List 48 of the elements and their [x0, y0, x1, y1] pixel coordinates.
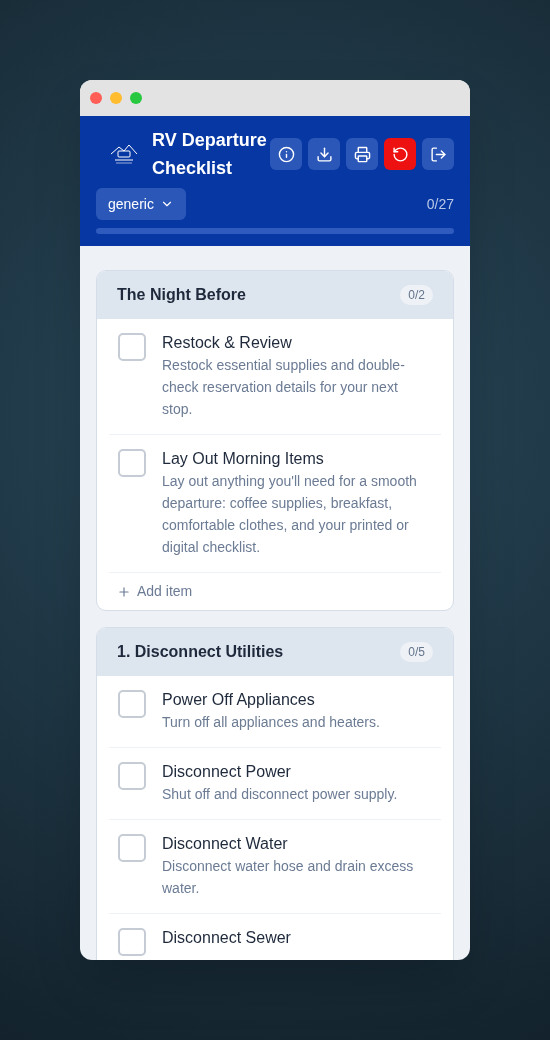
item-title: Disconnect Power [162, 762, 292, 782]
logout-button[interactable] [422, 138, 454, 170]
checkbox[interactable] [118, 449, 146, 477]
checklist-item[interactable]: Lay Out Morning Items Lay out anything you'll need for a smooth departure: coffee supplies, breakfast, comfortable clothes, and your printed or digital checklist. [109, 434, 441, 572]
close-control[interactable] [90, 92, 102, 104]
print-button[interactable] [346, 138, 378, 170]
progress-count: 0/27 [426, 194, 454, 214]
item-title: Restock & Review [162, 333, 293, 353]
checklist-item[interactable]: Disconnect Power Shut off and disconnect power supply. [109, 747, 441, 819]
checklist-item[interactable]: Disconnect Sewer [109, 913, 441, 960]
section-count: 0/5 [400, 642, 433, 662]
section-header[interactable]: 1. Disconnect Utilities 0/5 [97, 628, 453, 676]
printer-icon [353, 145, 371, 163]
reset-icon [391, 145, 409, 163]
checkbox[interactable] [118, 834, 146, 862]
section-title: The Night Before [117, 285, 246, 305]
section-count: 0/2 [400, 285, 433, 305]
checkbox[interactable] [118, 762, 146, 790]
item-description: Turn off all appliances and heaters. [162, 713, 380, 732]
info-button[interactable] [270, 138, 302, 170]
logo-drawing [109, 142, 139, 166]
add-item-button[interactable]: Add item [109, 572, 441, 610]
item-description: Shut off and disconnect power supply. [162, 785, 398, 804]
item-description: Disconnect water hose and drain excess water. [162, 857, 415, 898]
item-title: Lay Out Morning Items [162, 449, 325, 469]
checkbox[interactable] [118, 690, 146, 718]
logout-icon [429, 145, 447, 163]
app-title: RV Departure Checklist [152, 129, 268, 180]
checkbox[interactable] [118, 928, 146, 956]
profile-dropdown[interactable]: generic [96, 188, 186, 220]
section-header[interactable]: The Night Before 0/2 [97, 271, 453, 319]
item-title: Power Off Appliances [162, 690, 316, 710]
zoom-control[interactable] [130, 92, 142, 104]
reset-button[interactable] [384, 138, 416, 170]
checklist-item[interactable]: Disconnect Water Disconnect water hose and drain excess water. [109, 819, 441, 913]
checklist-item[interactable]: Restock & Review Restock essential supplies and double-check reservation details for your next stop. [109, 319, 441, 434]
download-icon [315, 145, 333, 163]
checkbox[interactable] [118, 333, 146, 361]
item-title: Disconnect Water [162, 834, 289, 854]
item-title: Disconnect Sewer [162, 928, 291, 948]
download-button[interactable] [308, 138, 340, 170]
item-description: Lay out anything you'll need for a smooth departure: coffee supplies, breakfast, comfortable clothes, and your printed or digital checklist. [162, 472, 418, 557]
minimize-control[interactable] [110, 92, 122, 104]
checklist-item[interactable]: Power Off Appliances Turn off all appliances and heaters. [109, 676, 441, 747]
section-title: 1. Disconnect Utilities [117, 642, 284, 662]
item-description: Restock essential supplies and double-check reservation details for your next stop. [162, 356, 406, 419]
plus-icon [117, 584, 131, 599]
info-icon [277, 145, 295, 163]
